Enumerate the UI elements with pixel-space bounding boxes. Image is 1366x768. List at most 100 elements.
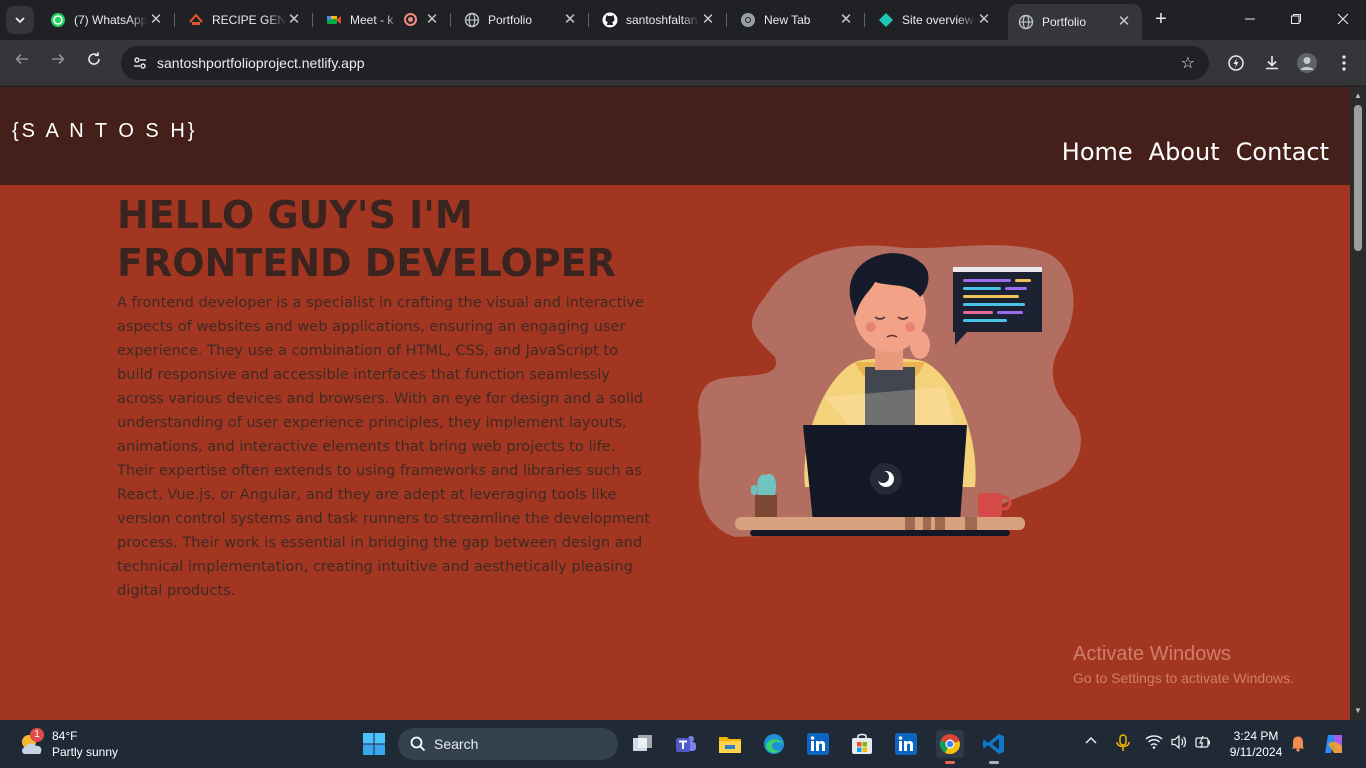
scroll-down-arrow-icon[interactable]: ▼ (1350, 704, 1366, 718)
arrow-left-icon (15, 53, 28, 65)
profile-avatar[interactable] (1296, 52, 1318, 74)
tab-title: Meet - k (350, 13, 394, 27)
download-icon[interactable] (1261, 52, 1283, 74)
tab-search-button[interactable] (6, 6, 34, 34)
site-header: {S A N T O S H} Home About Contact (0, 87, 1350, 185)
wifi-icon[interactable] (1145, 734, 1163, 753)
extension-icon[interactable] (1225, 52, 1247, 74)
new-tab-button[interactable]: + (1150, 8, 1172, 30)
site-info-icon[interactable] (129, 52, 151, 74)
close-icon (1337, 13, 1349, 25)
volume-icon[interactable] (1170, 734, 1188, 753)
recipe-icon (188, 12, 204, 28)
tab-portfolio-1[interactable]: Portfolio ✕ (454, 6, 589, 34)
restore-icon (1291, 14, 1301, 24)
close-tab-icon[interactable]: ✕ (562, 12, 578, 28)
globe-icon (1018, 14, 1034, 30)
show-hidden-icons-chevron-icon[interactable] (1084, 734, 1098, 751)
microsoft-store-icon[interactable] (848, 730, 876, 758)
linkedin-icon-2[interactable] (892, 730, 920, 758)
close-tab-icon[interactable]: ✕ (838, 12, 854, 28)
hero-paragraph: A frontend developer is a specialist in … (117, 294, 651, 599)
running-indicator (989, 761, 999, 764)
bookmark-star-icon[interactable]: ☆ (1181, 53, 1195, 73)
partly-sunny-icon: 1 (18, 728, 46, 758)
tab-new-tab[interactable]: New Tab ✕ (730, 6, 865, 34)
close-tab-icon[interactable]: ✕ (148, 12, 164, 28)
close-tab-icon[interactable]: ✕ (424, 12, 440, 28)
weather-desc: Partly sunny (52, 745, 119, 759)
tab-title: Portfolio (488, 13, 533, 27)
scroll-thumb[interactable] (1354, 105, 1362, 251)
address-bar[interactable]: santoshportfolioproject.netlify.app ☆ (121, 46, 1209, 80)
coffee-mug-icon (978, 493, 1012, 517)
weather-temp: 84°F (52, 729, 78, 743)
weather-widget[interactable]: 1 84°F Partly sunny (18, 728, 118, 760)
close-tab-icon[interactable]: ✕ (700, 12, 716, 28)
tab-title: (7) WhatsApp (74, 13, 148, 27)
laptop-icon (803, 425, 967, 522)
whatsapp-icon (50, 12, 66, 28)
tab-title: Portfolio (1042, 15, 1087, 29)
browser-toolbar: santoshportfolioproject.netlify.app ☆ (0, 40, 1366, 86)
tab-portfolio-active[interactable]: Portfolio ✕ (1008, 4, 1142, 40)
close-tab-icon[interactable]: ✕ (286, 12, 302, 28)
copilot-icon[interactable] (1320, 730, 1348, 758)
nav-about-link[interactable]: About (1149, 138, 1220, 166)
back-button[interactable] (10, 51, 34, 75)
search-icon (410, 736, 426, 752)
notification-bell-icon[interactable] (1290, 734, 1306, 755)
teams-icon[interactable] (672, 730, 700, 758)
desk (735, 517, 1025, 530)
meet-icon (326, 12, 342, 28)
vscode-icon[interactable] (980, 730, 1008, 764)
close-window-button[interactable] (1331, 8, 1355, 32)
taskbar-clock[interactable]: 3:24 PM 9/11/2024 (1224, 728, 1288, 760)
chevron-down-icon (15, 17, 25, 24)
running-indicator (945, 761, 955, 764)
web-page: {S A N T O S H} Home About Contact HELLO… (0, 87, 1350, 720)
tab-separator (726, 13, 727, 27)
tab-recipe[interactable]: RECIPE GENE ✕ (178, 6, 313, 34)
tab-github[interactable]: santoshfaltan ✕ (592, 6, 727, 34)
tab-separator (174, 13, 175, 27)
tab-separator (312, 13, 313, 27)
reload-button[interactable] (82, 51, 106, 75)
tab-strip: (7) WhatsApp ✕ RECIPE GENE ✕ Meet - k ✕ … (0, 0, 1366, 40)
arrow-right-icon (52, 53, 65, 65)
restore-button[interactable] (1284, 8, 1308, 32)
activate-windows-watermark: Activate Windows Go to Settings to activ… (1073, 643, 1294, 686)
clock-time: 3:24 PM (1233, 729, 1279, 743)
browser-menu-icon[interactable] (1333, 52, 1355, 74)
site-logo[interactable]: {S A N T O S H} (12, 120, 197, 143)
close-tab-icon[interactable]: ✕ (1116, 14, 1132, 30)
taskbar-search-box[interactable]: Search (398, 728, 618, 760)
nav-home-link[interactable]: Home (1062, 138, 1133, 166)
linkedin-icon[interactable] (804, 730, 832, 758)
minimize-button[interactable] (1238, 8, 1262, 32)
weather-notification-badge: 1 (30, 728, 44, 742)
reload-icon (88, 52, 100, 65)
netlify-icon (878, 12, 894, 28)
weather-text: 84°F Partly sunny (52, 728, 118, 760)
recording-icon (404, 13, 417, 26)
tab-meet[interactable]: Meet - k ✕ (316, 6, 451, 34)
url-text[interactable]: santoshportfolioproject.netlify.app (157, 55, 365, 71)
nav-contact-link[interactable]: Contact (1236, 138, 1329, 166)
page-scrollbar[interactable]: ▲ ▼ (1350, 87, 1366, 720)
tab-site-overview[interactable]: Site overview ✕ (868, 6, 1002, 34)
chrome-taskbar-icon[interactable] (936, 730, 964, 764)
close-tab-icon[interactable]: ✕ (976, 12, 992, 28)
tab-whatsapp[interactable]: (7) WhatsApp ✕ (40, 6, 175, 34)
file-explorer-icon[interactable] (716, 730, 744, 758)
task-view-icon[interactable] (628, 730, 656, 758)
hero-title-line-2: FRONTEND DEVELOPER (117, 241, 616, 285)
edge-icon[interactable] (760, 730, 788, 758)
scroll-up-arrow-icon[interactable]: ▲ (1350, 89, 1366, 103)
start-button[interactable] (360, 730, 388, 758)
github-icon (602, 12, 618, 28)
battery-icon[interactable] (1194, 734, 1212, 753)
activate-windows-subtitle: Go to Settings to activate Windows. (1073, 670, 1294, 686)
forward-button[interactable] (46, 51, 70, 75)
microphone-icon[interactable] (1115, 734, 1131, 755)
